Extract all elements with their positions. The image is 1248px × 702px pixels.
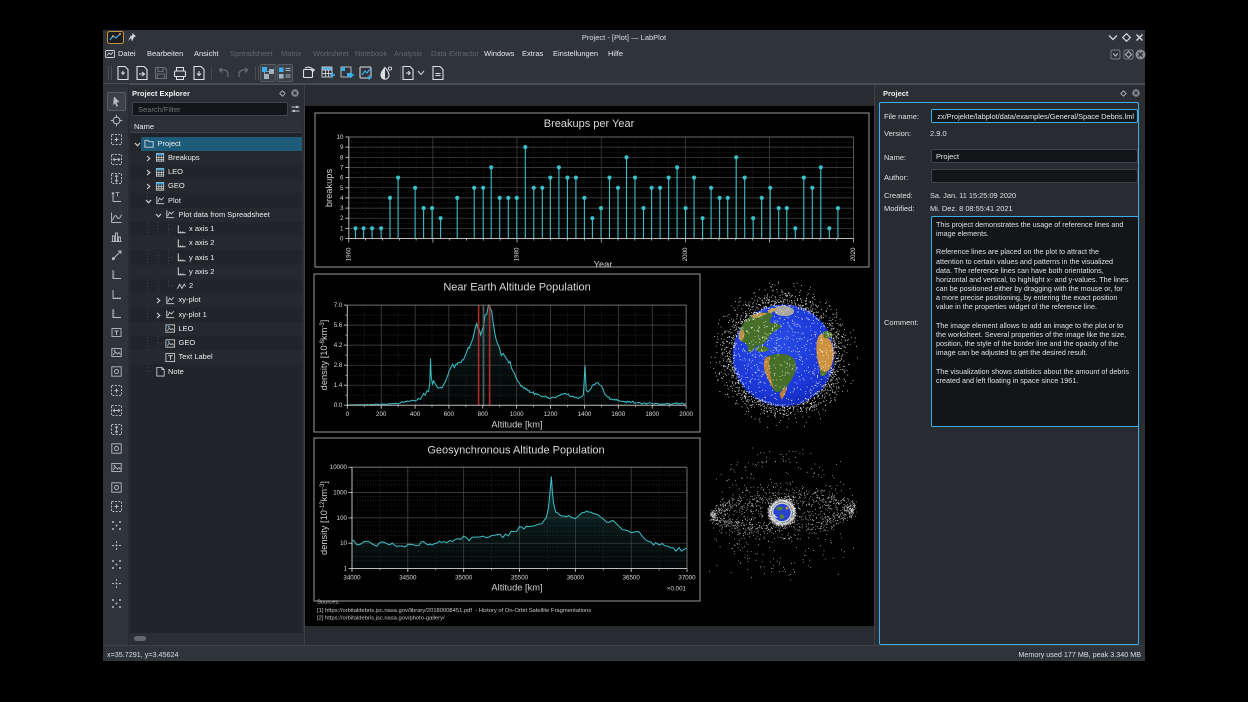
svg-text:7.0: 7.0 <box>334 302 343 309</box>
svg-text:1600: 1600 <box>611 411 625 418</box>
svg-text:[1] https://orbitaldebris.jsc.: [1] https://orbitaldebris.jsc.nasa.gov/l… <box>317 608 591 614</box>
svg-text:1800: 1800 <box>645 411 659 418</box>
svg-text:10000: 10000 <box>330 464 348 471</box>
svg-text:200: 200 <box>376 411 387 418</box>
svg-text:1960: 1960 <box>345 247 352 261</box>
svg-text:Geosynchronous Altitude Popula: Geosynchronous Altitude Population <box>427 445 604 457</box>
svg-text:9: 9 <box>340 144 344 151</box>
svg-text:Altitude [km]: Altitude [km] <box>491 420 542 430</box>
svg-text:800: 800 <box>478 411 489 418</box>
svg-text:10: 10 <box>337 134 344 141</box>
svg-text:×0.001: ×0.001 <box>667 586 687 593</box>
svg-text:0.0: 0.0 <box>334 402 343 409</box>
svg-text:0: 0 <box>346 411 350 418</box>
svg-text:5: 5 <box>340 185 344 192</box>
svg-text:2.8: 2.8 <box>334 362 343 369</box>
svg-text:1: 1 <box>340 225 344 232</box>
svg-text:Altitude [km]: Altitude [km] <box>491 583 542 593</box>
svg-text:1400: 1400 <box>578 411 592 418</box>
svg-text:1000: 1000 <box>510 411 524 418</box>
svg-text:35000: 35000 <box>455 575 473 582</box>
svg-text:2020: 2020 <box>850 247 857 261</box>
svg-text:1.4: 1.4 <box>334 382 343 389</box>
svg-text:36000: 36000 <box>567 575 585 582</box>
svg-text:density [10-8km-3]: density [10-8km-3] <box>319 320 329 391</box>
svg-text:6: 6 <box>340 175 344 182</box>
svg-text:1980: 1980 <box>514 247 521 261</box>
svg-text:8: 8 <box>340 154 344 161</box>
svg-text:4: 4 <box>340 195 344 202</box>
svg-text:Sources:: Sources: <box>317 600 340 606</box>
svg-text:Breakups per Year: Breakups per Year <box>544 118 635 130</box>
svg-text:1000: 1000 <box>333 490 347 497</box>
svg-text:10: 10 <box>340 540 347 547</box>
svg-text:7: 7 <box>340 164 344 171</box>
svg-text:34500: 34500 <box>399 575 417 582</box>
svg-text:breakups: breakups <box>324 169 334 208</box>
svg-text:34000: 34000 <box>343 575 361 582</box>
svg-text:Year: Year <box>594 260 613 270</box>
svg-text:1: 1 <box>344 566 348 573</box>
svg-text:37000: 37000 <box>678 575 696 582</box>
svg-text:density [10-12km-3]: density [10-12km-3] <box>319 481 329 555</box>
svg-text:600: 600 <box>444 411 455 418</box>
svg-text:2000: 2000 <box>679 411 693 418</box>
svg-text:400: 400 <box>410 411 421 418</box>
svg-text:1200: 1200 <box>544 411 558 418</box>
svg-text:Near Earth Altitude Population: Near Earth Altitude Population <box>443 282 590 294</box>
svg-text:[2] https://orbitaldebris.jsc.: [2] https://orbitaldebris.jsc.nasa.gov/p… <box>317 616 445 622</box>
svg-text:4.2: 4.2 <box>334 342 343 349</box>
svg-text:3: 3 <box>340 205 344 212</box>
svg-text:100: 100 <box>337 515 348 522</box>
svg-text:5.6: 5.6 <box>334 322 343 329</box>
svg-text:2000: 2000 <box>682 247 689 261</box>
svg-text:36500: 36500 <box>623 575 641 582</box>
svg-text:0: 0 <box>340 236 344 243</box>
svg-text:35500: 35500 <box>511 575 529 582</box>
svg-text:2: 2 <box>340 215 344 222</box>
